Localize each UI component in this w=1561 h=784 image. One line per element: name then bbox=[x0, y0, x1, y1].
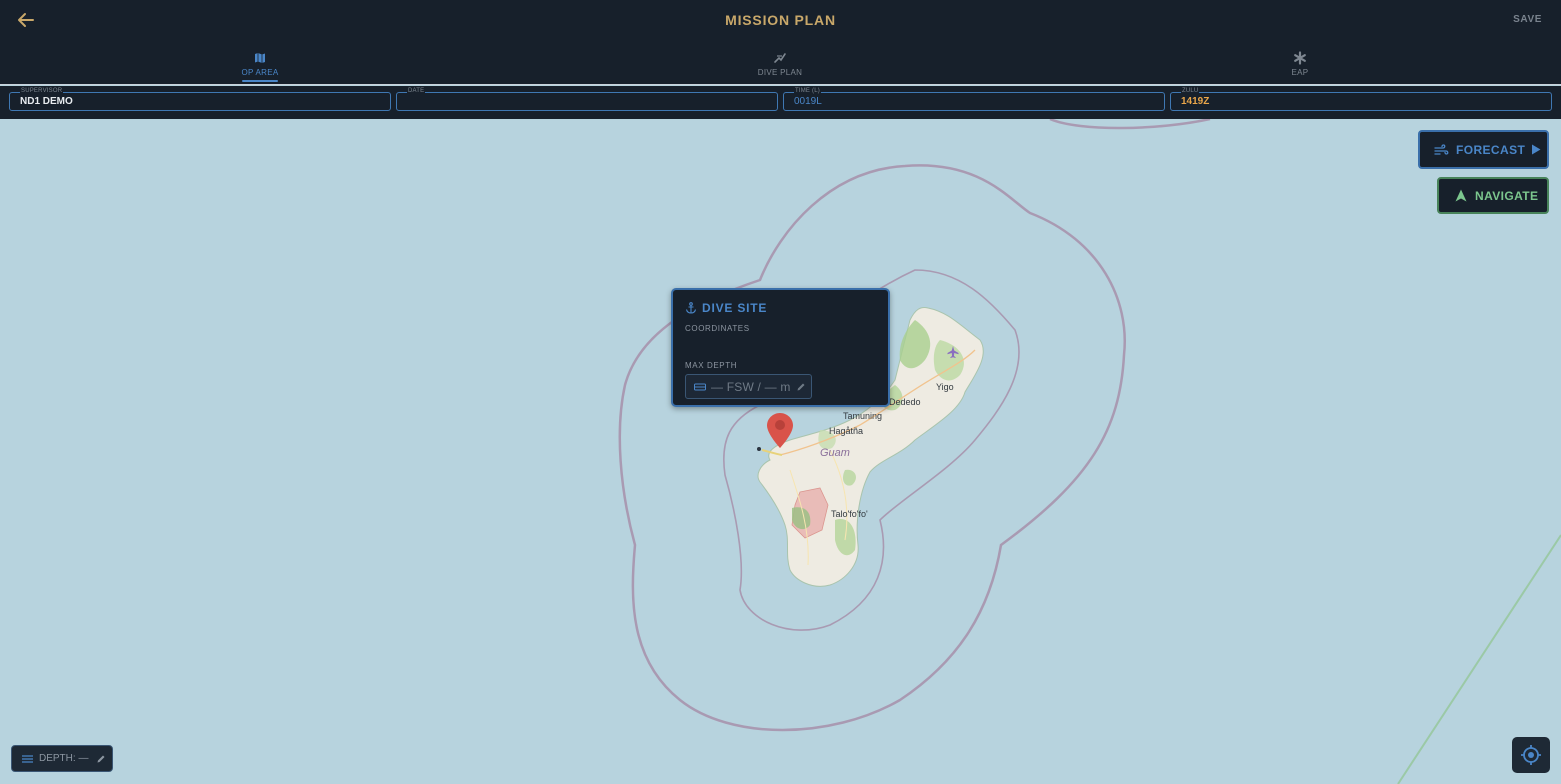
date-field[interactable]: DATE bbox=[396, 88, 778, 111]
tab-dive-plan[interactable]: DIVE PLAN bbox=[720, 51, 840, 83]
time-local-value: 0019L bbox=[794, 96, 822, 107]
coordinates-label: COORDINATES bbox=[685, 324, 750, 333]
map-view[interactable]: Yigo Dededo Tamuning Hagåtña Guam Talo'f… bbox=[0, 119, 1561, 784]
place-label-talofofo: Talo'fo'fo' bbox=[831, 509, 868, 519]
locate-me-button[interactable] bbox=[1512, 737, 1550, 773]
place-label-hagatna: Hagåtña bbox=[829, 426, 863, 436]
place-label-dededo: Dededo bbox=[889, 397, 921, 407]
max-depth-label: MAX DEPTH bbox=[685, 361, 738, 370]
dive-site-popup: DIVE SITE COORDINATES MAX DEPTH — FSW / … bbox=[671, 288, 890, 407]
supervisor-label: SUPERVISOR bbox=[20, 88, 64, 95]
max-depth-input[interactable]: — FSW / — m bbox=[685, 374, 812, 399]
tab-eap[interactable]: EAP bbox=[1240, 51, 1360, 83]
tab-op-area[interactable]: OP AREA bbox=[200, 51, 320, 83]
date-label: DATE bbox=[407, 88, 426, 95]
popup-header: DIVE SITE bbox=[685, 300, 767, 316]
navigation-arrow-icon bbox=[1455, 189, 1467, 202]
max-depth-value: — FSW / — m bbox=[711, 379, 791, 394]
supervisor-value: ND1 DEMO bbox=[20, 96, 73, 107]
anchor-icon bbox=[685, 302, 697, 314]
ruler-icon bbox=[694, 383, 706, 390]
tab-op-area-label: OP AREA bbox=[241, 68, 279, 77]
dive-plan-icon bbox=[774, 53, 786, 63]
play-icon bbox=[1532, 144, 1541, 155]
tab-eap-label: EAP bbox=[1291, 68, 1309, 77]
pencil-icon[interactable] bbox=[96, 754, 106, 764]
place-label-yigo: Yigo bbox=[936, 382, 954, 392]
place-label-tamuning: Tamuning bbox=[843, 411, 882, 421]
mission-fields-bar: SUPERVISOR ND1 DEMO DATE TIME (L) 0019L … bbox=[0, 86, 1561, 119]
pencil-icon[interactable] bbox=[796, 382, 806, 392]
menu-icon bbox=[22, 754, 33, 763]
supervisor-field[interactable]: SUPERVISOR ND1 DEMO bbox=[9, 88, 391, 111]
navigate-button[interactable]: NAVIGATE bbox=[1437, 177, 1549, 214]
zulu-field[interactable]: ZULU 1419Z bbox=[1170, 88, 1552, 111]
asterisk-icon bbox=[1294, 51, 1306, 65]
wind-icon bbox=[1434, 143, 1449, 155]
navigate-label: NAVIGATE bbox=[1475, 188, 1539, 203]
map-canvas: Yigo Dededo Tamuning Hagåtña Guam Talo'f… bbox=[0, 119, 1561, 784]
forecast-label: FORECAST bbox=[1456, 142, 1526, 157]
page-title: MISSION PLAN bbox=[725, 12, 836, 28]
depth-indicator[interactable]: DEPTH: — bbox=[11, 745, 113, 772]
place-label-guam: Guam bbox=[820, 447, 850, 459]
tab-dive-plan-label: DIVE PLAN bbox=[757, 68, 803, 77]
forecast-button[interactable]: FORECAST bbox=[1418, 130, 1549, 169]
depth-label: DEPTH: — bbox=[39, 753, 89, 764]
time-local-label: TIME (L) bbox=[794, 88, 821, 95]
dive-site-pin[interactable] bbox=[766, 412, 794, 450]
save-button[interactable]: SAVE bbox=[1513, 14, 1542, 25]
mission-plan-screen: MISSION PLAN SAVE OP AREA DIVE PLAN EAP bbox=[0, 0, 1561, 784]
crosshair-icon bbox=[1521, 745, 1541, 765]
tab-bar: OP AREA DIVE PLAN EAP bbox=[0, 40, 1561, 85]
map-icon bbox=[255, 53, 265, 63]
zulu-value: 1419Z bbox=[1181, 96, 1210, 107]
zulu-label: ZULU bbox=[1181, 88, 1200, 95]
map-pin-icon bbox=[767, 413, 793, 448]
popup-title: DIVE SITE bbox=[702, 301, 768, 315]
time-local-field[interactable]: TIME (L) 0019L bbox=[783, 88, 1165, 111]
top-bar: MISSION PLAN SAVE bbox=[0, 0, 1561, 40]
